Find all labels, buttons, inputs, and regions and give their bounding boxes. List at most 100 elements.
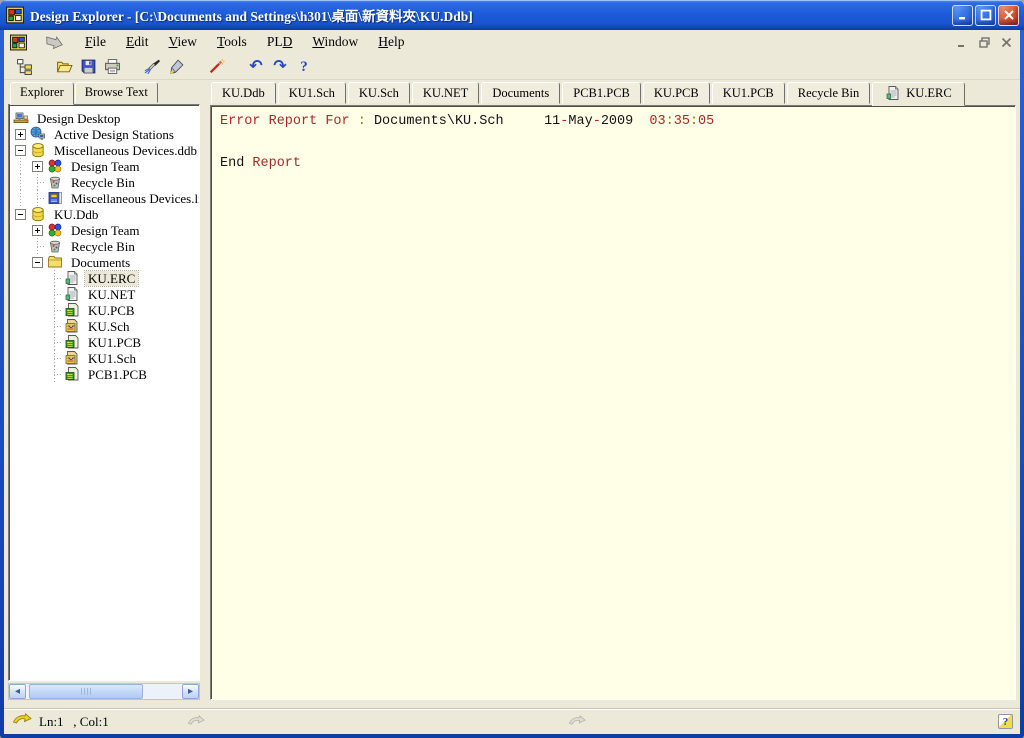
scroll-left-button[interactable]: ◂ — [9, 684, 26, 699]
save-button[interactable] — [76, 55, 100, 78]
doc-tab-ku-net[interactable]: KU.NET — [412, 82, 479, 104]
report-editor[interactable]: Error Report For : Documents\KU.Sch 11-M… — [210, 105, 1016, 700]
report-line: Error Report For : Documents\KU.Sch 11-M… — [220, 115, 1011, 129]
tree-item-design-desktop[interactable]: Design Desktop — [12, 110, 198, 126]
tree-indent — [12, 190, 29, 206]
menu-tools[interactable]: Tools — [207, 32, 257, 52]
knife-button[interactable] — [140, 55, 164, 78]
tree-indent — [12, 350, 29, 366]
expand-box-icon[interactable] — [32, 161, 43, 172]
tree-indent — [12, 334, 29, 350]
tree-item-label: KU1.Sch — [85, 351, 139, 366]
doc-icon — [885, 85, 901, 101]
tree-item-label: KU.ERC — [85, 271, 138, 286]
tree-indent — [29, 318, 46, 334]
app-mini-icon[interactable] — [10, 34, 27, 51]
tree-horizontal-scrollbar[interactable]: ◂ ▸ — [8, 683, 200, 700]
collapse-box-icon[interactable] — [15, 145, 26, 156]
tree-indent — [12, 302, 29, 318]
sch-icon — [64, 318, 80, 334]
tree-item-ku-net[interactable]: KU.NET — [12, 286, 198, 302]
menu-file[interactable]: File — [75, 32, 116, 52]
mdi-restore-button[interactable] — [975, 35, 994, 50]
panel-tab-explorer[interactable]: Explorer — [10, 82, 74, 105]
maximize-button[interactable] — [975, 5, 996, 26]
tree-item-active-design-stations[interactable]: Active Design Stations — [12, 126, 198, 142]
scroll-right-button[interactable]: ▸ — [182, 684, 199, 699]
wizard-wand-icon — [208, 58, 225, 75]
pen-button[interactable] — [164, 55, 188, 78]
titlebar[interactable]: Design Explorer - [C:\Documents and Sett… — [0, 0, 1024, 30]
design-tree[interactable]: Design DesktopActive Design StationsMisc… — [8, 104, 200, 681]
doc-tab-documents[interactable]: Documents — [481, 82, 560, 104]
explorer-toggle-button[interactable] — [12, 55, 36, 78]
panel-tab-browse-text[interactable]: Browse Text — [75, 82, 158, 103]
help-indicator[interactable]: ? — [998, 714, 1013, 729]
open-document-button[interactable] — [52, 55, 76, 78]
expand-box-icon[interactable] — [15, 129, 26, 140]
collapse-box-icon[interactable] — [15, 209, 26, 220]
tree-item-ku-pcb[interactable]: KU.PCB — [12, 302, 198, 318]
tree-indent — [12, 174, 29, 190]
doc-tab-ku1-pcb[interactable]: KU1.PCB — [712, 82, 785, 104]
doc-tab-ku1-sch[interactable]: KU1.Sch — [278, 82, 346, 104]
scroll-thumb[interactable] — [29, 684, 143, 699]
tree-item-design-team[interactable]: Design Team — [12, 158, 198, 174]
tree-item-pcb1-pcb[interactable]: PCB1.PCB — [12, 366, 198, 382]
undo-icon: ↶ — [249, 58, 262, 76]
menu-help[interactable]: Help — [368, 32, 414, 52]
menu-view[interactable]: View — [159, 32, 207, 52]
tree-item-recycle-bin[interactable]: Recycle Bin — [12, 174, 198, 190]
menu-window[interactable]: Window — [302, 32, 368, 52]
tree-item-miscellaneous-devices-ddb[interactable]: Miscellaneous Devices.ddb — [12, 142, 198, 158]
redo-button[interactable]: ↷ — [268, 55, 292, 78]
panel-splitter[interactable] — [200, 82, 210, 700]
tree-item-ku-erc[interactable]: KU.ERC — [12, 270, 198, 286]
close-button[interactable] — [998, 5, 1019, 26]
app-icon — [6, 6, 24, 24]
report-line: End Report — [220, 157, 1011, 171]
tree-item-design-team[interactable]: Design Team — [12, 222, 198, 238]
expand-box-icon[interactable] — [32, 225, 43, 236]
wizard-wand-button[interactable] — [204, 55, 228, 78]
menubar: FileEditViewToolsPLDWindowHelp — [4, 30, 1020, 54]
tree-item-ku1-pcb[interactable]: KU1.PCB — [12, 334, 198, 350]
doc-tab-recycle-bin[interactable]: Recycle Bin — [787, 82, 870, 104]
explorer-toggle-icon — [16, 58, 33, 75]
doc-tab-ku-ddb[interactable]: KU.Ddb — [211, 82, 276, 104]
minimize-button[interactable] — [952, 5, 973, 26]
mdi-close-button[interactable] — [997, 35, 1016, 50]
document-menu-arrow-icon[interactable] — [43, 35, 65, 50]
doc-tab-ku-sch[interactable]: KU.Sch — [348, 82, 410, 104]
help-button[interactable]: ? — [292, 55, 316, 78]
doc-tab-pcb1-pcb[interactable]: PCB1.PCB — [562, 82, 641, 104]
tree-indent — [12, 318, 29, 334]
menu-pld[interactable]: PLD — [257, 32, 303, 52]
tree-item-miscellaneous-devices-lib[interactable]: Miscellaneous Devices.lib — [12, 190, 198, 206]
tree-item-label: Design Team — [68, 159, 143, 174]
folder-icon — [47, 254, 63, 270]
doc-tab-ku-erc[interactable]: KU.ERC — [872, 82, 965, 106]
tree-indent — [46, 318, 63, 334]
tree-item-ku-ddb[interactable]: KU.Ddb — [12, 206, 198, 222]
print-button[interactable] — [100, 55, 124, 78]
doc-tab-label: KU.Ddb — [222, 86, 265, 100]
collapse-box-icon[interactable] — [32, 257, 43, 268]
tree-item-ku1-sch[interactable]: KU1.Sch — [12, 350, 198, 366]
tree-item-recycle-bin[interactable]: Recycle Bin — [12, 238, 198, 254]
tree-indent — [29, 350, 46, 366]
menu-items: FileEditViewToolsPLDWindowHelp — [75, 32, 415, 52]
undo-button[interactable]: ↶ — [244, 55, 268, 78]
mdi-minimize-button[interactable] — [953, 35, 972, 50]
design-explorer-window: Design Explorer - [C:\Documents and Sett… — [0, 0, 1024, 738]
tree-indent — [29, 366, 46, 382]
tree-indent — [29, 334, 46, 350]
open-document-icon — [56, 58, 73, 75]
tree-item-label: KU.NET — [85, 287, 138, 302]
tree-item-ku-sch[interactable]: KU.Sch — [12, 318, 198, 334]
tree-item-documents[interactable]: Documents — [12, 254, 198, 270]
scroll-track[interactable] — [27, 684, 181, 699]
doc-tab-ku-pcb[interactable]: KU.PCB — [643, 82, 710, 104]
doc-icon — [64, 286, 80, 302]
menu-edit[interactable]: Edit — [116, 32, 159, 52]
